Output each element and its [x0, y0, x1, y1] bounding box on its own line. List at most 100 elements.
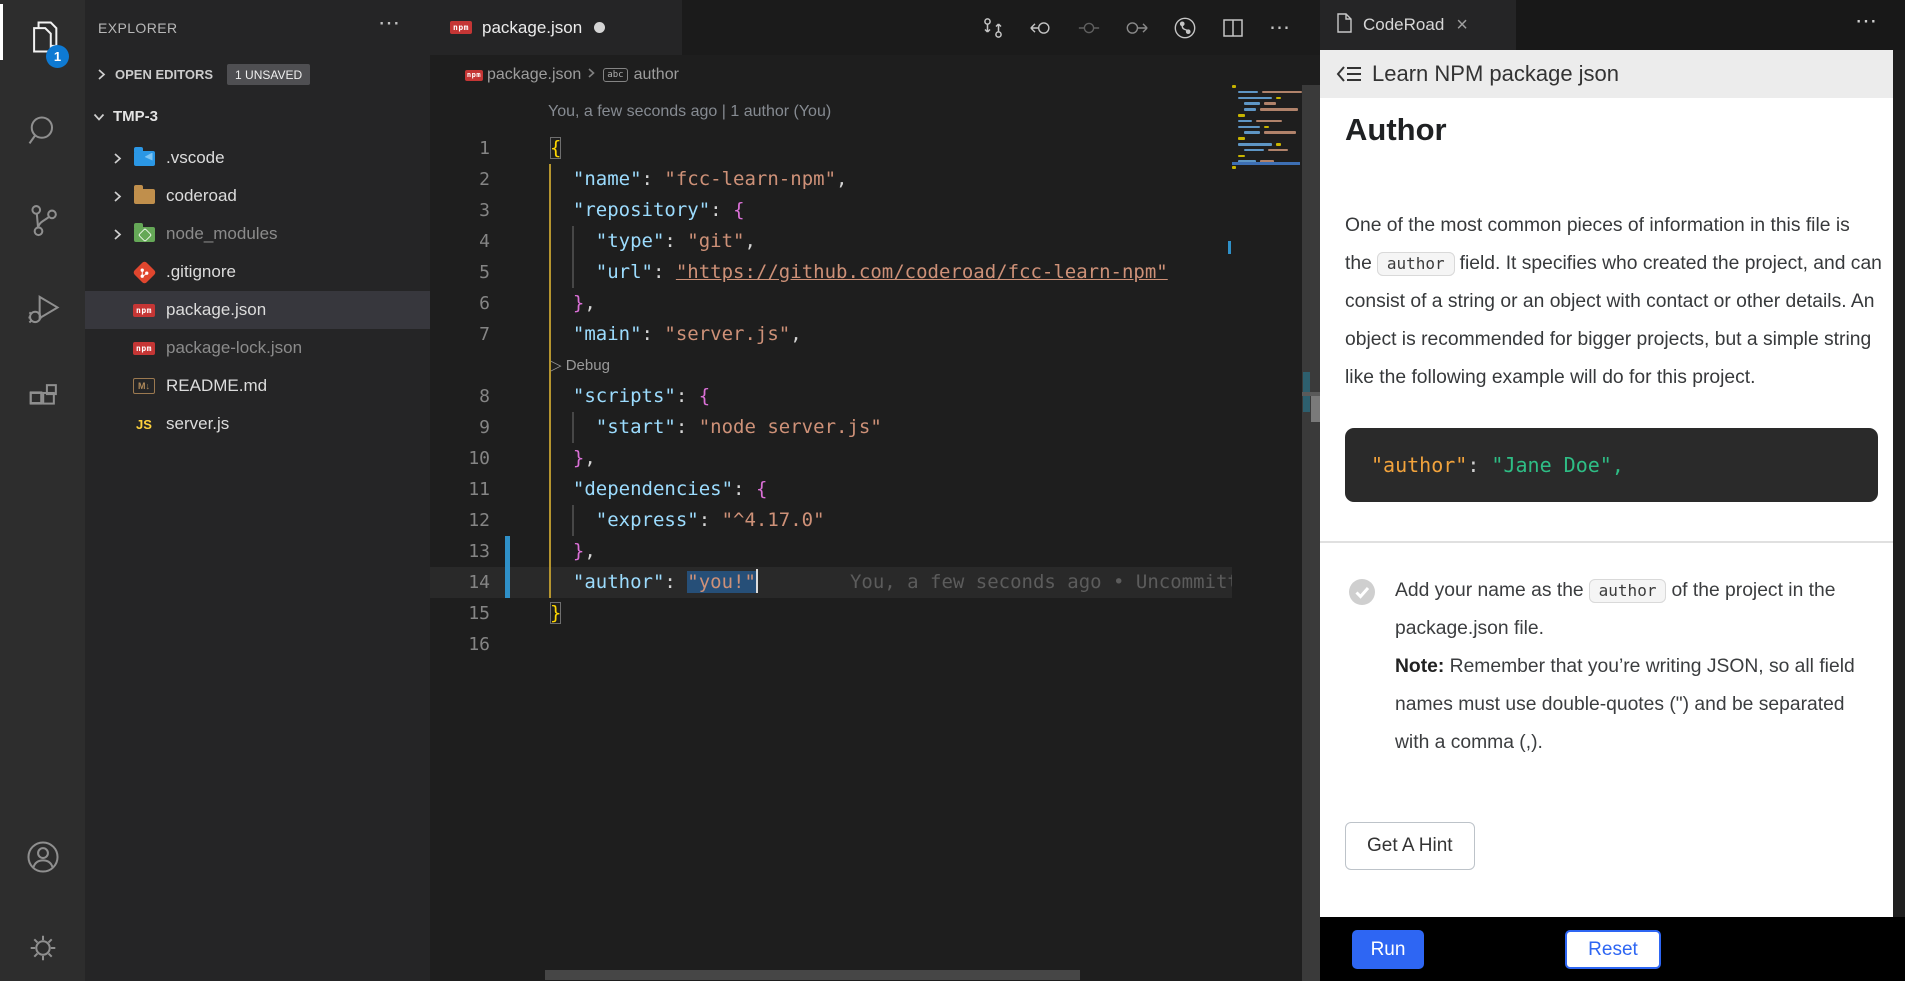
open-changes-icon[interactable] [981, 16, 1005, 40]
breadcrumb-file[interactable]: package.json [487, 66, 581, 84]
text-cursor [756, 569, 758, 593]
line-number: 7 [430, 319, 490, 350]
line-content: }, [550, 536, 596, 567]
minimap-selection-line [1232, 162, 1300, 165]
code-token: , [745, 230, 756, 252]
minimap-line [1238, 155, 1245, 158]
file-item-.vscode[interactable]: .vscode [85, 139, 430, 177]
code-token: } [550, 602, 561, 624]
line-content: { [550, 133, 561, 164]
line-content: }, [550, 288, 596, 319]
line-number: 4 [430, 226, 490, 257]
divider [1320, 541, 1893, 543]
back-to-levels-icon[interactable] [1334, 59, 1364, 89]
explorer-sidebar: EXPLORER ⋯ OPEN EDITORS 1 UNSAVED TMP-3 … [85, 0, 430, 981]
tab-coderoad[interactable]: CodeRoad × [1320, 0, 1516, 50]
step-forward-icon[interactable] [1125, 16, 1149, 40]
code-editor[interactable]: You, a few seconds ago | 1 author (You) … [430, 95, 1232, 981]
file-blame-annotation[interactable]: You, a few seconds ago | 1 author (You) [548, 95, 1232, 133]
sidebar-header: EXPLORER ⋯ [85, 0, 430, 58]
codelens-debug[interactable]: ▷ Debug [550, 350, 1232, 381]
code-value: "Jane Doe", [1491, 453, 1623, 477]
activity-source-control[interactable] [0, 183, 85, 261]
note-label: Note: [1395, 656, 1444, 677]
editor-group: npm package.json [430, 0, 1320, 981]
panel-scrollbar[interactable] [1893, 50, 1905, 917]
code-line-1[interactable]: 1{ [430, 133, 1232, 164]
workspace-section[interactable]: TMP-3 [85, 96, 430, 136]
extensions-icon [24, 379, 62, 422]
line-number: 1 [430, 133, 490, 164]
step-marker-icon[interactable] [1077, 16, 1101, 40]
code-line-16[interactable]: 16 [430, 629, 1232, 660]
file-item-README.md[interactable]: M↓README.md [85, 367, 430, 405]
activity-extensions[interactable] [0, 361, 85, 439]
run-button[interactable]: Run [1352, 930, 1424, 969]
line-content: "main": "server.js", [550, 319, 802, 350]
minimap-line [1238, 91, 1258, 94]
file-item-.gitignore[interactable]: .gitignore [85, 253, 430, 291]
minimap-line [1244, 108, 1256, 111]
code-line-15[interactable]: 15} [430, 598, 1232, 629]
editor-more-actions-icon[interactable]: ⋯ [1269, 15, 1290, 40]
panel-more-actions-icon[interactable]: ⋯ [1855, 8, 1877, 34]
activity-run-debug[interactable] [0, 271, 85, 349]
line-number: 16 [430, 629, 490, 660]
split-editor-icon[interactable] [1221, 16, 1245, 40]
code-token: "main" [573, 323, 642, 345]
url-link[interactable]: "https://github.com/coderoad/fcc-learn-n… [676, 261, 1168, 283]
file-name: .vscode [166, 148, 225, 168]
vscode-window: 1 [0, 0, 1905, 981]
node-folder-icon [132, 224, 156, 244]
tab-package-json[interactable]: npm package.json [430, 0, 682, 55]
npm-icon: npm [465, 70, 483, 81]
vertical-scrollbar[interactable] [1302, 85, 1320, 981]
line-number: 5 [430, 257, 490, 288]
open-editors-section[interactable]: OPEN EDITORS 1 UNSAVED [85, 58, 430, 90]
line-number: 13 [430, 536, 490, 567]
activity-settings[interactable] [0, 911, 85, 981]
reset-button[interactable]: Reset [1565, 930, 1661, 969]
code-token: : [733, 478, 756, 500]
workspace-label: TMP-3 [113, 108, 158, 125]
dirty-dot-icon[interactable] [594, 22, 605, 33]
step-back-icon[interactable] [1029, 16, 1053, 40]
code-token: } [573, 292, 584, 314]
code-token: } [573, 447, 584, 469]
get-hint-button[interactable]: Get A Hint [1345, 822, 1475, 870]
file-item-package.json[interactable]: npmpackage.json [85, 291, 430, 329]
indent-guide [572, 226, 574, 288]
code-token: "^4.17.0" [722, 509, 825, 531]
markdown-icon: M↓ [132, 376, 156, 396]
close-icon[interactable]: × [1456, 14, 1468, 37]
minimap-line [1262, 91, 1302, 94]
file-item-node_modules[interactable]: node_modules [85, 215, 430, 253]
minimap-line [1244, 102, 1260, 105]
coderoad-tab-bar: CodeRoad × ⋯ [1320, 0, 1905, 50]
activity-search[interactable] [0, 94, 85, 172]
run-tutorial-icon[interactable] [1173, 16, 1197, 40]
sidebar-more-actions[interactable]: ⋯ [378, 10, 400, 36]
code-token [550, 447, 573, 469]
breadcrumb-symbol[interactable]: author [634, 66, 679, 84]
code-token: "type" [596, 230, 665, 252]
chevron-right-icon [109, 188, 129, 204]
note-text: Remember that you’re writing JSON, so al… [1395, 656, 1855, 753]
horizontal-scrollbar[interactable] [545, 970, 1080, 980]
file-item-server.js[interactable]: JSserver.js [85, 405, 430, 443]
line-content: "url": "https://github.com/coderoad/fcc-… [550, 257, 1168, 288]
minimap-line [1238, 120, 1252, 123]
activity-explorer[interactable]: 1 [0, 0, 85, 78]
file-item-coderoad[interactable]: coderoad [85, 177, 430, 215]
lesson-paragraph: One of the most common pieces of informa… [1345, 207, 1883, 397]
scrollbar-handle[interactable] [1311, 396, 1320, 422]
indent-guide [572, 412, 574, 443]
code-token: : [642, 168, 665, 190]
breadcrumb: npm package.json abc author [430, 55, 1320, 95]
code-token: : [699, 509, 722, 531]
run-debug-icon [24, 289, 62, 332]
minimap[interactable] [1232, 85, 1300, 205]
activity-accounts[interactable] [0, 820, 85, 898]
file-item-package-lock.json[interactable]: npmpackage-lock.json [85, 329, 430, 367]
code-token: "express" [596, 509, 699, 531]
